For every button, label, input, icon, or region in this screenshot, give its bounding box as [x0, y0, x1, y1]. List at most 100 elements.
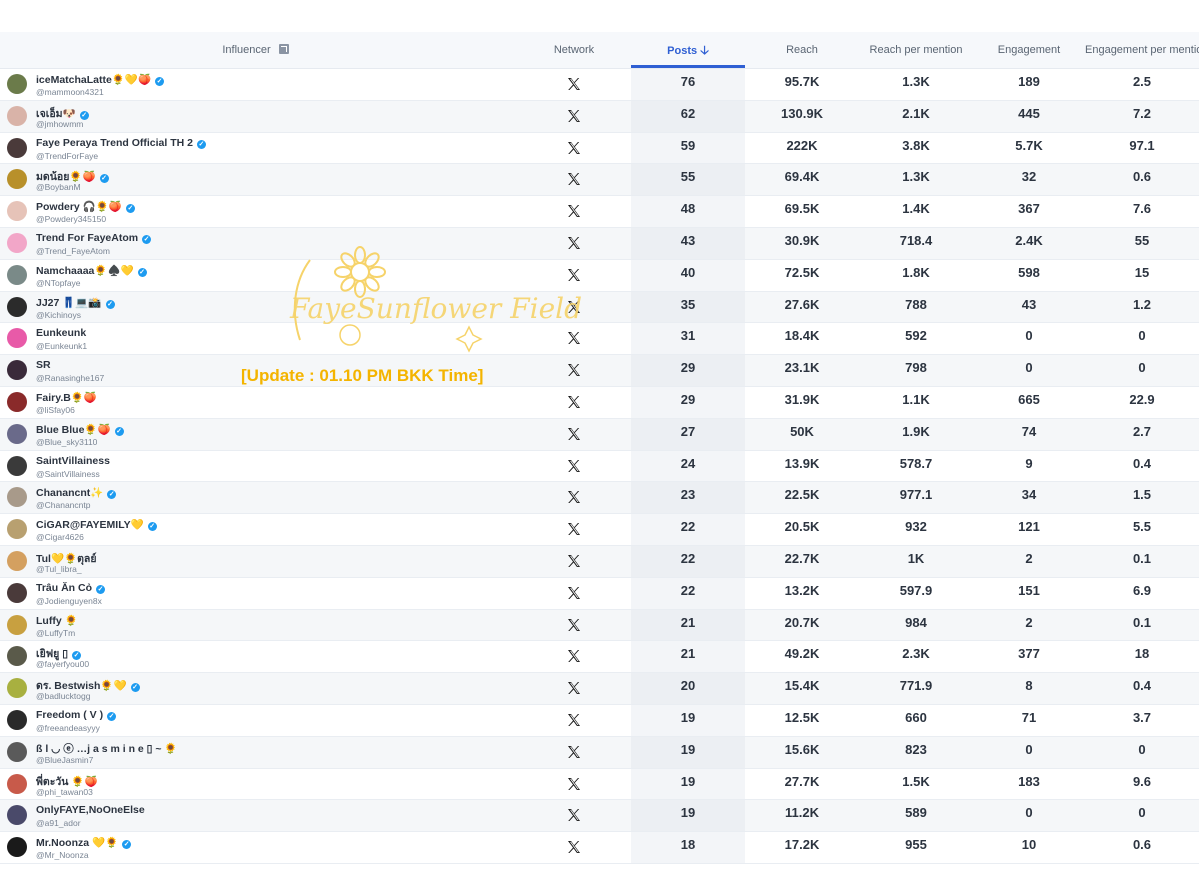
table-row[interactable]: ดร. Bestwish🌻💛 ✓ @badlucktogg 20 15.4K 77…	[0, 673, 1199, 705]
avatar[interactable]	[7, 169, 27, 190]
col-engagement-header[interactable]: Engagement	[973, 32, 1085, 68]
table-row[interactable]: Powdery 🎧🌻🍑 ✓ @Powdery345150 48 69.5K 1.4…	[0, 196, 1199, 228]
x-logo-icon[interactable]	[566, 362, 582, 378]
influencer-name[interactable]: Namchaaaa🌻♠️💛 ✓	[36, 264, 147, 277]
x-logo-icon[interactable]	[566, 585, 582, 601]
x-logo-icon[interactable]	[566, 489, 582, 505]
avatar[interactable]	[7, 487, 27, 508]
avatar[interactable]	[7, 455, 27, 476]
avatar[interactable]	[7, 614, 27, 635]
table-row[interactable]: Tul💛🌻ตุลย์ @Tul_libra_ 22 22.7K 1K 2 0.1	[0, 545, 1199, 578]
influencer-name[interactable]: Trâu Ăn Cỏ ✓	[36, 582, 106, 594]
table-row[interactable]: Eunkeunk @Eunkeunk1 31 18.4K 592 0 0	[0, 323, 1199, 356]
table-row[interactable]: JJ27 👖💻📸 ✓ @Kichinoys 35 27.6K 788 43 1.2	[0, 291, 1199, 324]
col-posts-header[interactable]: Posts 🡣	[631, 32, 745, 68]
x-logo-icon[interactable]	[566, 648, 582, 664]
avatar[interactable]	[7, 519, 27, 540]
influencer-name[interactable]: Luffy 🌻	[36, 614, 78, 627]
x-logo-icon[interactable]	[566, 203, 582, 219]
col-reach-per-mention-header[interactable]: Reach per mention	[859, 32, 973, 68]
x-logo-icon[interactable]	[566, 807, 582, 823]
col-reach-header[interactable]: Reach	[745, 32, 859, 68]
avatar[interactable]	[7, 773, 27, 794]
table-row[interactable]: Blue Blue🌻🍑 ✓ @Blue_sky3110 27 50K 1.9K 7…	[0, 418, 1199, 451]
avatar[interactable]	[7, 646, 27, 667]
avatar[interactable]	[7, 550, 27, 571]
table-row[interactable]: Namchaaaa🌻♠️💛 ✓ @NTopfaye 40 72.5K 1.8K 5…	[0, 259, 1199, 292]
x-logo-icon[interactable]	[566, 426, 582, 442]
influencer-name[interactable]: JJ27 👖💻📸 ✓	[36, 296, 115, 309]
x-logo-icon[interactable]	[566, 267, 582, 283]
avatar[interactable]	[7, 74, 27, 94]
avatar[interactable]	[7, 296, 27, 317]
influencer-name[interactable]: OnlyFAYE,NoOneElse	[36, 804, 145, 816]
table-row[interactable]: เยิฟยู ▯ ✓ @fayerfyou00 21 49.2K 2.3K 377…	[0, 641, 1199, 674]
table-row[interactable]: SaintVillainess @SaintVillainess 24 13.9…	[0, 450, 1199, 483]
col-engagement-per-mention-header[interactable]: Engagement per mention	[1085, 32, 1199, 68]
table-row[interactable]: Mr.Noonza 💛🌻 ✓ @Mr_Noonza 18 17.2K 955 10…	[0, 832, 1199, 864]
avatar[interactable]	[7, 837, 27, 858]
table-row[interactable]: Fairy.B🌻🍑 @liSfay06 29 31.9K 1.1K 665 22…	[0, 386, 1199, 419]
influencer-name[interactable]: SaintVillainess	[36, 455, 110, 467]
influencer-name[interactable]: CiGAR@FAYEMILY💛 ✓	[36, 518, 157, 532]
table-row[interactable]: Chanancnt✨ ✓ @Chanancntp 23 22.5K 977.1 3…	[0, 482, 1199, 515]
influencer-name[interactable]: Fairy.B🌻🍑	[36, 391, 97, 404]
influencer-name[interactable]: ß l ◡ ⓔ …j a s m i n e ▯ ~ 🌻	[36, 741, 178, 756]
avatar[interactable]	[7, 232, 27, 253]
x-logo-icon[interactable]	[566, 140, 582, 156]
avatar[interactable]	[7, 582, 27, 603]
avatar[interactable]	[7, 741, 27, 762]
table-row[interactable]: Faye Peraya Trend Official TH 2 ✓ @TrendF…	[0, 132, 1199, 165]
influencer-name[interactable]: Blue Blue🌻🍑 ✓	[36, 423, 124, 436]
table-row[interactable]: Freedom ( V ) ✓ @freeandeasyyy 19 12.5K 6…	[0, 704, 1199, 737]
x-logo-icon[interactable]	[566, 712, 582, 728]
external-link-icon[interactable]	[278, 44, 289, 54]
table-row[interactable]: พี่ตะวัน 🌻🍑 @phi_tawan03 19 27.7K 1.5K 1…	[0, 768, 1199, 801]
x-logo-icon[interactable]	[566, 617, 582, 633]
table-row[interactable]: SR @Ranasinghe167 29 23.1K 798 0 0	[0, 355, 1199, 387]
x-logo-icon[interactable]	[566, 76, 582, 92]
avatar[interactable]	[7, 678, 27, 699]
influencer-name[interactable]: Faye Peraya Trend Official TH 2 ✓	[36, 137, 206, 149]
x-logo-icon[interactable]	[566, 108, 582, 124]
table-row[interactable]: iceMatchaLatte🌻💛🍑 ✓ @mammoon4321 76 95.7K…	[0, 69, 1199, 101]
avatar[interactable]	[7, 137, 27, 158]
col-influencer-header[interactable]: Influencer	[0, 32, 511, 68]
x-logo-icon[interactable]	[566, 744, 582, 760]
col-network-header[interactable]: Network	[517, 32, 631, 68]
influencer-name[interactable]: iceMatchaLatte🌻💛🍑 ✓	[36, 73, 165, 86]
table-row[interactable]: มดน้อย🌻🍑 ✓ @BoybanM 55 69.4K 1.3K 32 0.6	[0, 164, 1199, 197]
x-logo-icon[interactable]	[566, 171, 582, 187]
avatar[interactable]	[7, 328, 27, 349]
x-logo-icon[interactable]	[566, 394, 582, 410]
influencer-name[interactable]: Trend For FayeAtom ✓	[36, 232, 152, 244]
avatar[interactable]	[7, 709, 27, 730]
x-logo-icon[interactable]	[566, 680, 582, 696]
avatar[interactable]	[7, 805, 27, 826]
avatar[interactable]	[7, 105, 27, 126]
x-logo-icon[interactable]	[566, 521, 582, 537]
influencer-name[interactable]: Mr.Noonza 💛🌻 ✓	[36, 836, 132, 850]
avatar[interactable]	[7, 391, 27, 412]
table-row[interactable]: CiGAR@FAYEMILY💛 ✓ @Cigar4626 22 20.5K 932…	[0, 514, 1199, 546]
x-logo-icon[interactable]	[566, 776, 582, 792]
influencer-name[interactable]: Powdery 🎧🌻🍑 ✓	[36, 200, 135, 214]
avatar[interactable]	[7, 264, 27, 285]
influencer-name[interactable]: SR	[36, 359, 51, 371]
x-logo-icon[interactable]	[566, 458, 582, 474]
influencer-name[interactable]: Freedom ( V ) ✓	[36, 709, 117, 721]
table-row[interactable]: Trend For FayeAtom ✓ @Trend_FayeAtom 43 3…	[0, 227, 1199, 260]
avatar[interactable]	[7, 360, 27, 381]
table-row[interactable]: เจเอ็ม🐶 ✓ @jmhowmm 62 130.9K 2.1K 445 7.2	[0, 100, 1199, 133]
x-logo-icon[interactable]	[566, 330, 582, 346]
x-logo-icon[interactable]	[566, 235, 582, 251]
influencer-name[interactable]: Eunkeunk	[36, 327, 86, 339]
table-row[interactable]: OnlyFAYE,NoOneElse @a91_ador 19 11.2K 58…	[0, 800, 1199, 833]
table-row[interactable]: ß l ◡ ⓔ …j a s m i n e ▯ ~ 🌻 @BlueJasmin…	[0, 736, 1199, 769]
x-logo-icon[interactable]	[566, 839, 582, 855]
table-row[interactable]: Trâu Ăn Cỏ ✓ @Jodienguyen8x 22 13.2K 597.…	[0, 577, 1199, 610]
influencer-name[interactable]: Chanancnt✨ ✓	[36, 486, 117, 500]
avatar[interactable]	[7, 423, 27, 444]
x-logo-icon[interactable]	[566, 553, 582, 569]
table-row[interactable]: Luffy 🌻 @LuffyTm 21 20.7K 984 2 0.1	[0, 609, 1199, 642]
